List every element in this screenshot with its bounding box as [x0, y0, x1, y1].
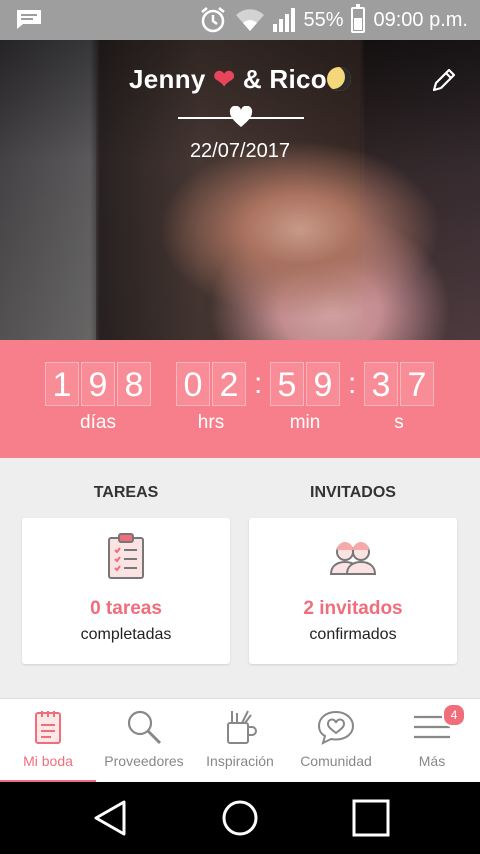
seconds-digit: 3 — [364, 362, 398, 406]
chat-heart-icon — [317, 710, 355, 745]
search-icon — [127, 710, 162, 745]
guests-card[interactable]: 2 invitados confirmados — [249, 518, 457, 664]
tab-comunidad[interactable]: Comunidad — [288, 699, 384, 783]
signal-icon — [273, 8, 296, 32]
couple-photo-header: Jenny ❤ & Rico 22/07/2017 — [0, 40, 480, 340]
edit-pencil-icon[interactable] — [430, 66, 458, 94]
tab-label: Proveedores — [104, 753, 184, 769]
days-digit: 1 — [45, 362, 79, 406]
home-icon[interactable] — [220, 798, 260, 838]
tab-label: Más — [418, 753, 446, 769]
bottom-tab-bar: Mi boda Proveedores Inspiración Comunida… — [0, 698, 480, 783]
tab-label: Mi boda — [23, 753, 73, 769]
tab-mi-boda[interactable]: Mi boda — [0, 699, 96, 783]
tab-mas[interactable]: 4 Más — [384, 699, 480, 783]
colon-separator: : — [348, 367, 357, 400]
tab-inspiracion[interactable]: Inspiración — [192, 699, 288, 783]
tab-label: Comunidad — [300, 753, 372, 769]
back-icon[interactable] — [90, 798, 130, 838]
hours-digit: 0 — [176, 362, 210, 406]
guests-subtitle: confirmados — [309, 626, 397, 643]
guests-heading: INVITADOS — [310, 484, 396, 501]
clock: 09:00 p.m. — [373, 8, 468, 31]
hours-digit: 2 — [212, 362, 246, 406]
guests-count: 2 invitados — [303, 598, 403, 619]
recent-apps-icon[interactable] — [351, 798, 391, 838]
partner-one-name: Jenny — [129, 64, 206, 94]
battery-icon — [351, 4, 366, 33]
couple-names: Jenny ❤ & Rico — [0, 64, 480, 95]
alarm-icon — [201, 7, 226, 33]
tab-label: Inspiración — [206, 753, 274, 769]
wedding-date: 22/07/2017 — [189, 140, 291, 162]
guests-couple-icon — [329, 542, 377, 575]
tasks-count: 0 tareas — [90, 598, 162, 619]
days-label: días — [80, 412, 116, 433]
minutes-label: min — [289, 412, 321, 433]
seconds-label: s — [394, 412, 404, 433]
message-notification-icon — [17, 10, 41, 29]
system-navigation-bar — [0, 782, 480, 854]
notification-badge: 4 — [442, 703, 466, 727]
divider-heart-icon — [229, 106, 253, 127]
minutes-digit: 9 — [306, 362, 340, 406]
countdown-panel: 1 9 8 0 2 : 5 9 : 3 7 días hrs min s — [0, 340, 480, 458]
battery-percent: 55% — [303, 8, 344, 31]
wifi-icon — [236, 9, 265, 31]
notebook-icon — [35, 711, 61, 744]
seconds-digit: 7 — [400, 362, 434, 406]
tab-proveedores[interactable]: Proveedores — [96, 699, 192, 783]
partner-two-name: & Rico — [242, 64, 327, 94]
tasks-heading: TAREAS — [93, 484, 159, 501]
heart-icon: ❤ — [213, 64, 236, 94]
colon-separator: : — [254, 367, 263, 400]
tasks-card[interactable]: 0 tareas completadas — [22, 518, 230, 664]
pencil-cup-icon — [227, 710, 257, 744]
hours-label: hrs — [197, 412, 225, 433]
moon-icon — [326, 67, 351, 91]
days-digit: 8 — [117, 362, 151, 406]
minutes-digit: 5 — [270, 362, 304, 406]
tasks-subtitle: completadas — [80, 626, 172, 643]
status-bar: 55% 09:00 p.m. — [0, 0, 480, 40]
clipboard-checklist-icon — [108, 533, 144, 579]
days-digit: 9 — [81, 362, 115, 406]
